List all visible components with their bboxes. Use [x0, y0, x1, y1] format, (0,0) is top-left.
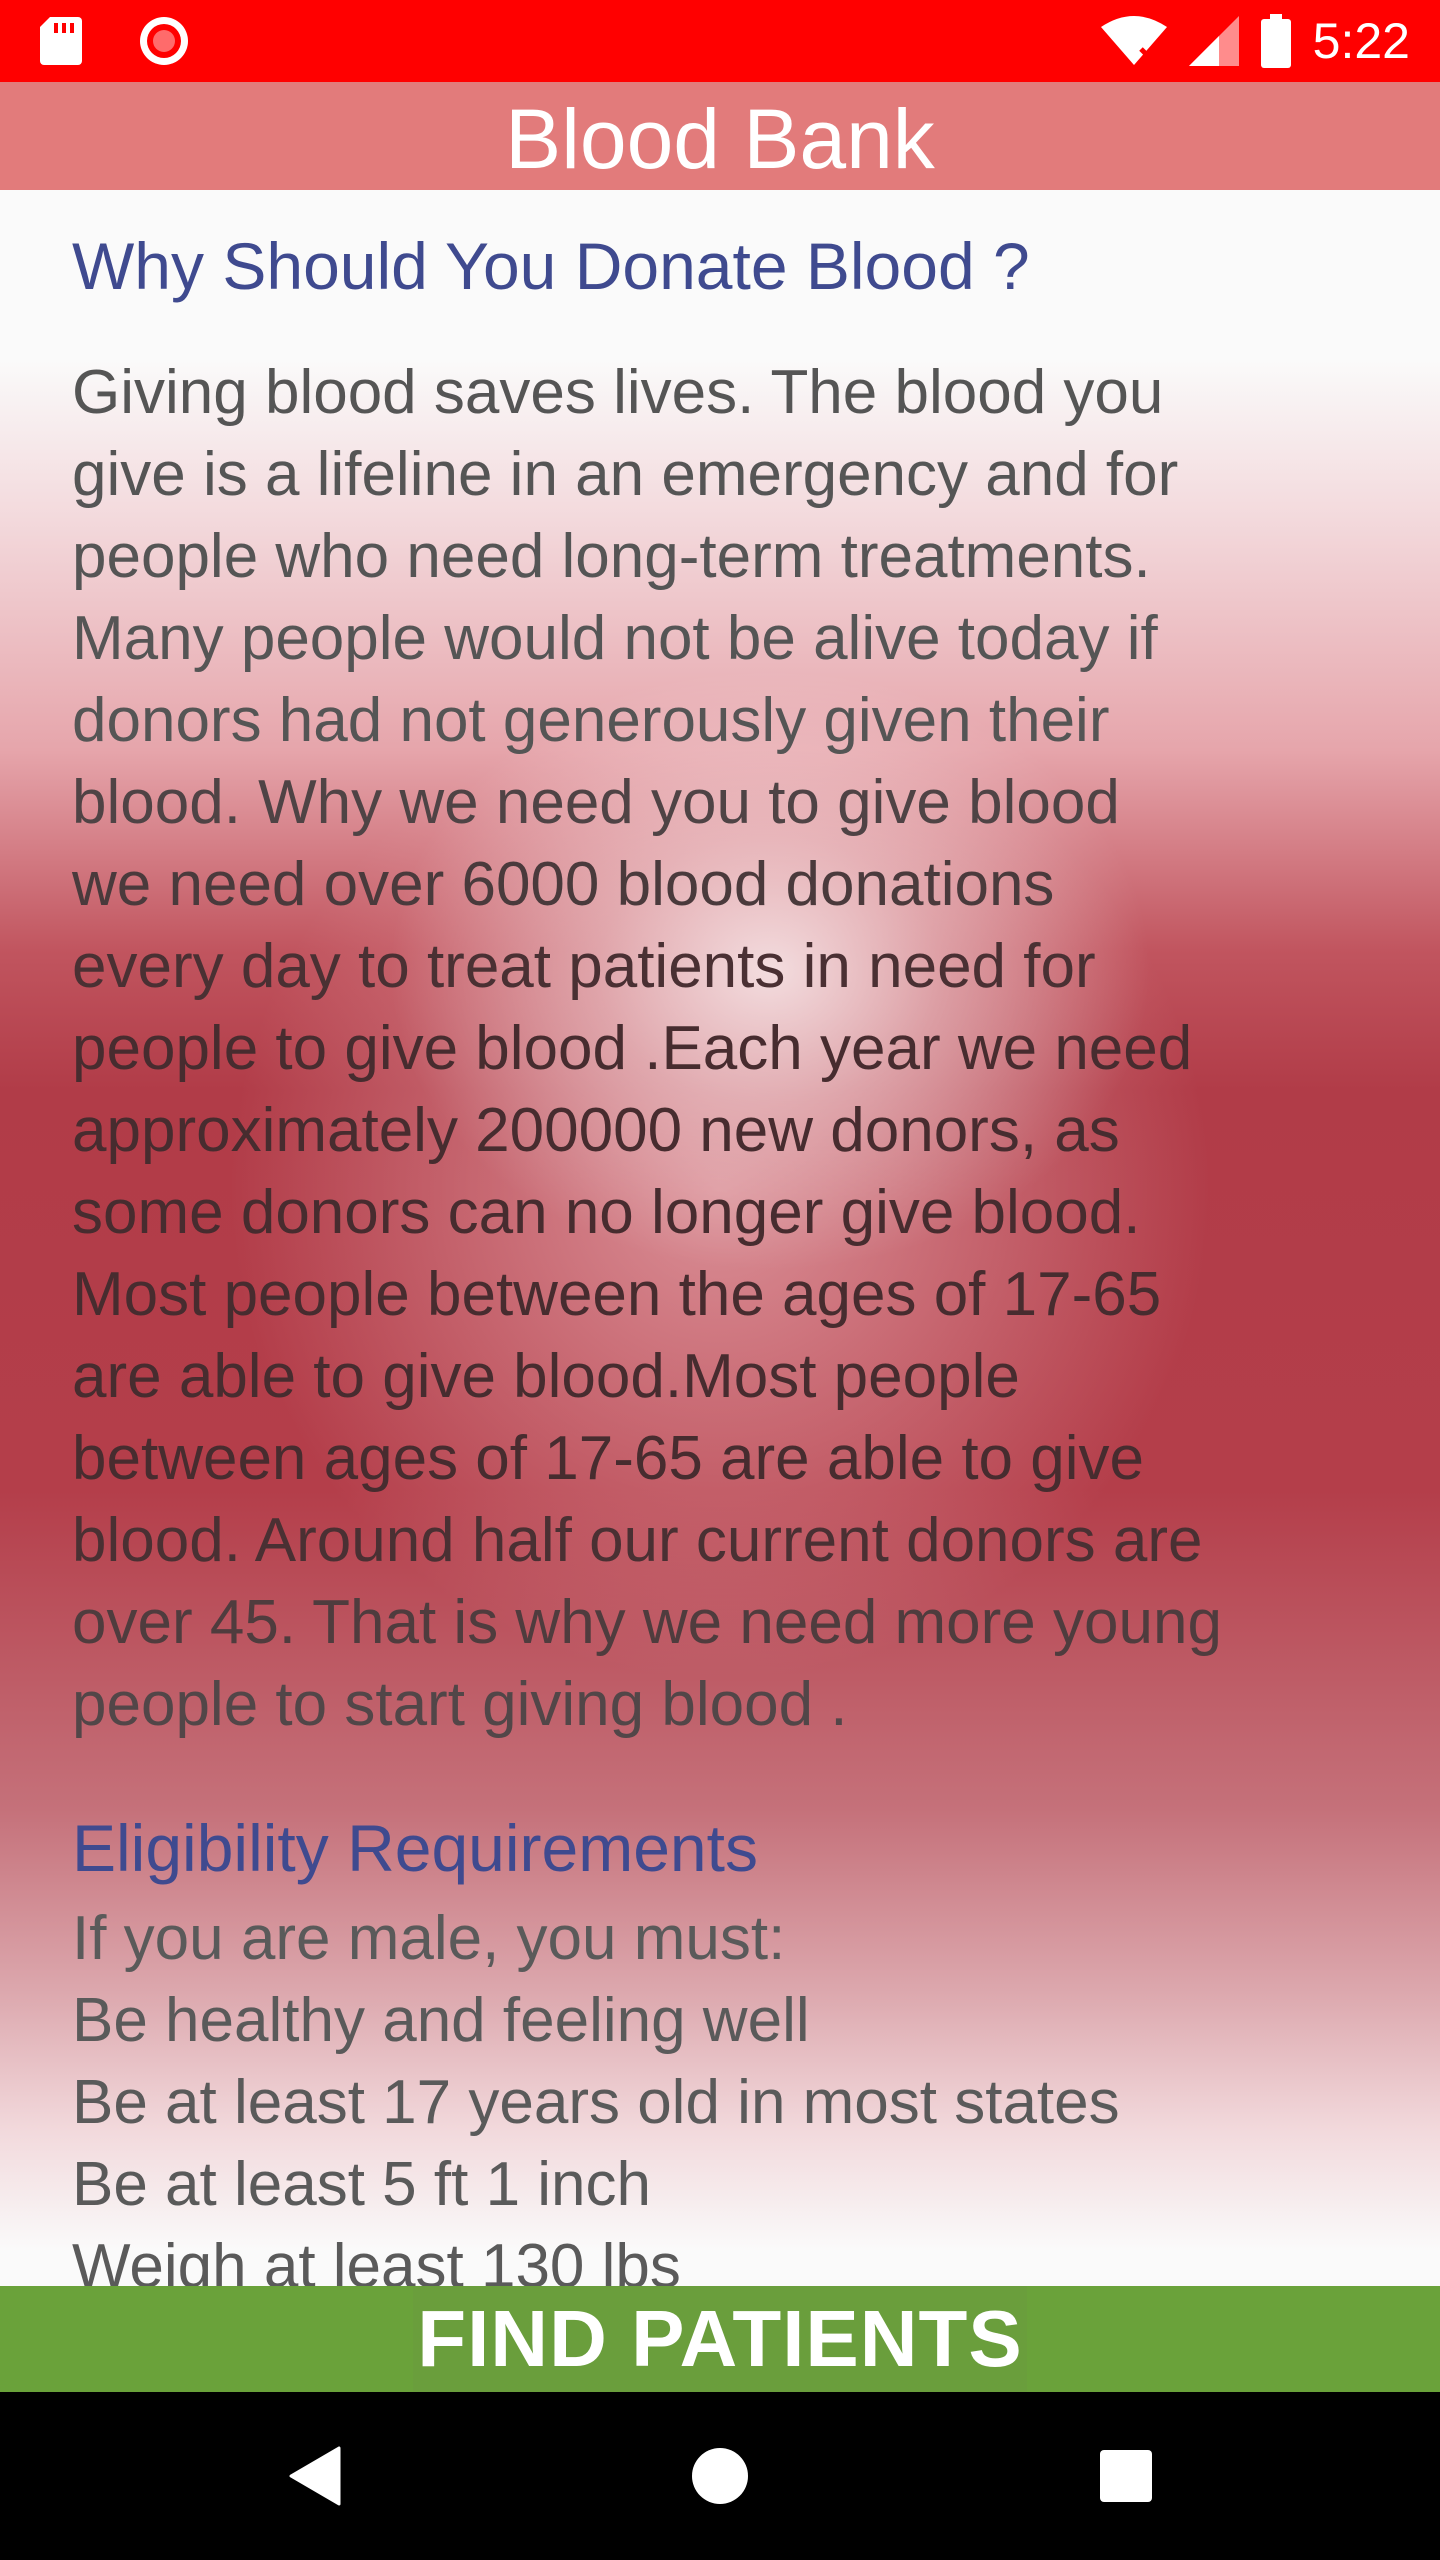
- paragraph-line: give is a lifeline in an emergency and f…: [72, 440, 1179, 509]
- battery-icon: [1260, 14, 1291, 68]
- requirement-line: If you are male, you must:: [72, 1904, 786, 1973]
- paragraph-line: every day to treat patients in need for: [72, 932, 1096, 1001]
- donate-heading: Why Should You Donate Blood ?: [72, 229, 1030, 303]
- paragraph-line: donors had not generously given their: [72, 686, 1110, 755]
- home-button[interactable]: [620, 2392, 820, 2560]
- requirement-line: Be healthy and feeling well: [72, 1986, 810, 2055]
- home-icon: [691, 2447, 749, 2505]
- content-scroll-area[interactable]: Why Should You Donate Blood ? Giving blo…: [0, 190, 1440, 2286]
- back-button[interactable]: [214, 2392, 414, 2560]
- back-icon: [287, 2446, 341, 2506]
- paragraph-line: Giving blood saves lives. The blood you: [72, 358, 1164, 427]
- screen: 5:22 Blood Bank Why Should You Donate Bl…: [0, 0, 1440, 2560]
- navigation-bar: [0, 2392, 1440, 2560]
- sd-card-icon: [40, 17, 82, 65]
- eligibility-heading: Eligibility Requirements: [72, 1811, 758, 1885]
- paragraph-line: approximately 200000 new donors, as: [72, 1096, 1120, 1165]
- recents-icon: [1099, 2449, 1153, 2503]
- app-title: Blood Bank: [505, 92, 935, 186]
- paragraph-line: over 45. That is why we need more young: [72, 1588, 1222, 1657]
- requirement-line: Be at least 17 years old in most states: [72, 2068, 1120, 2137]
- wifi-icon: [1100, 15, 1167, 67]
- paragraph-line: Most people between the ages of 17-65: [72, 1260, 1162, 1329]
- status-time: 5:22: [1312, 13, 1410, 69]
- requirement-line: Weigh at least 130 lbs: [72, 2232, 681, 2286]
- recents-button[interactable]: [1026, 2392, 1226, 2560]
- eligibility-list: If you are male, you must: Be healthy an…: [72, 1898, 1372, 2286]
- paragraph-line: Many people would not be alive today if: [72, 604, 1158, 673]
- record-icon: [138, 15, 190, 67]
- app-bar: Blood Bank: [0, 82, 1440, 190]
- paragraph-line: we need over 6000 blood donations: [72, 850, 1055, 919]
- paragraph-line: people to start giving blood .: [72, 1670, 848, 1739]
- paragraph-line: people who need long-term treatments.: [72, 522, 1151, 591]
- donate-paragraph: Giving blood saves lives. The blood you …: [72, 352, 1372, 1746]
- find-patients-label: FIND PATIENTS: [413, 2286, 1027, 2392]
- status-bar: 5:22: [0, 0, 1440, 82]
- paragraph-line: are able to give blood.Most people: [72, 1342, 1020, 1411]
- paragraph-line: between ages of 17-65 are able to give: [72, 1424, 1144, 1493]
- find-patients-button[interactable]: FIND PATIENTS: [0, 2286, 1440, 2392]
- paragraph-line: blood. Around half our current donors ar…: [72, 1506, 1203, 1575]
- paragraph-line: people to give blood .Each year we need: [72, 1014, 1193, 1083]
- paragraph-line: blood. Why we need you to give blood: [72, 768, 1120, 837]
- paragraph-line: some donors can no longer give blood.: [72, 1178, 1141, 1247]
- requirement-line: Be at least 5 ft 1 inch: [72, 2150, 652, 2219]
- signal-icon: [1188, 16, 1239, 66]
